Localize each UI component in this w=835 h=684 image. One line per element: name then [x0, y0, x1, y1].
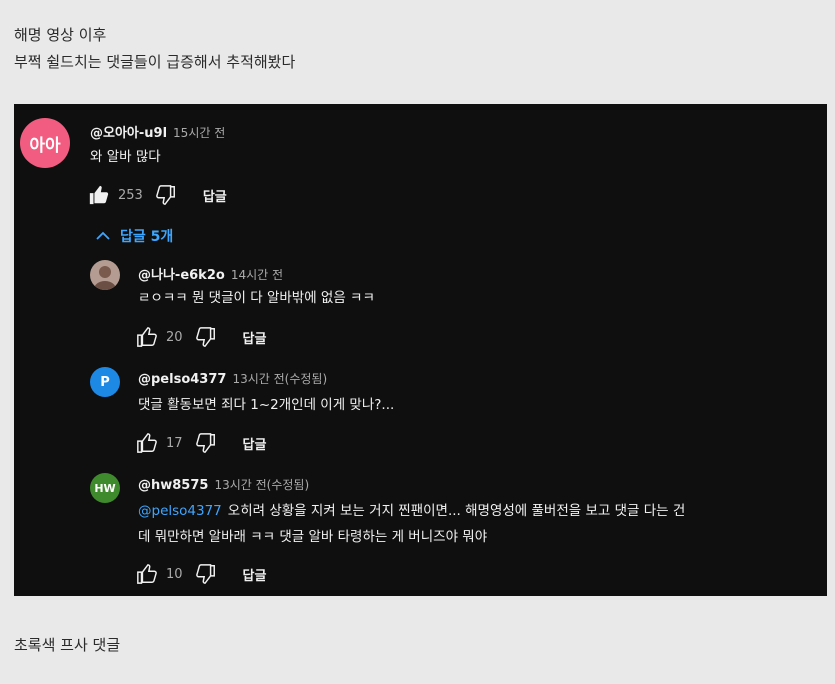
author-handle[interactable]: @hw8575 [138, 478, 208, 493]
like-count: 17 [166, 435, 183, 451]
thumbs-down-icon [195, 564, 215, 584]
thumbs-down-icon [155, 185, 175, 205]
thumbs-down-icon [195, 327, 215, 347]
reply-button[interactable]: 답글 [203, 186, 227, 205]
replies-toggle[interactable]: 답글 5개 [96, 226, 173, 246]
avatar[interactable]: HW [90, 473, 120, 503]
reply-mention[interactable]: @pelso4377 [138, 503, 222, 519]
comment-author[interactable]: @오아아-u9l 15시간 전 [90, 122, 225, 141]
comment-screenshot: 아아 @오아아-u9l 15시간 전 와 알바 많다 253 답글 답글 5개 [14, 104, 827, 596]
avatar-initials: P [100, 374, 110, 390]
reply-author[interactable]: @나나-e6k2o 14시간 전 [138, 264, 283, 283]
reply-text: ㄹㅇㅋㅋ 뭔 댓글이 다 알바밖에 없음 ㅋㅋ [138, 285, 375, 311]
reply-actions: 10 답글 [136, 563, 266, 585]
reply-time[interactable]: 13시간 전(수정됨) [214, 478, 309, 492]
reply-body: ㄹㅇㅋㅋ 뭔 댓글이 다 알바밖에 없음 ㅋㅋ [138, 290, 375, 306]
thumbs-down-icon [195, 433, 215, 453]
like-button[interactable] [88, 184, 110, 206]
like-count: 20 [166, 329, 183, 345]
reply-text: 댓글 활동보면 죄다 1~2개인데 이게 맞나?... [138, 392, 394, 418]
author-handle[interactable]: @나나-e6k2o [138, 268, 225, 283]
comment-text: 와 알바 많다 [90, 144, 161, 170]
comment-actions: 253 답글 [88, 184, 227, 206]
like-count: 10 [166, 566, 183, 582]
intro-line-1: 해명 영상 이후 [14, 26, 107, 44]
person-icon [94, 266, 116, 290]
replies-count-label: 답글 5개 [120, 229, 174, 245]
like-count: 253 [118, 187, 143, 203]
avatar[interactable]: 아아 [20, 118, 70, 168]
thumbs-up-icon [89, 185, 109, 205]
thumbs-up-icon [137, 433, 157, 453]
avatar-initials: HW [94, 481, 116, 495]
dislike-button[interactable] [155, 184, 177, 206]
author-handle[interactable]: @pelso4377 [138, 372, 226, 387]
reply-time[interactable]: 13시간 전(수정됨) [232, 372, 327, 386]
dislike-button[interactable] [195, 432, 217, 454]
reply-button[interactable]: 답글 [243, 434, 267, 453]
comment-time[interactable]: 15시간 전 [173, 126, 225, 140]
comment-body: 와 알바 많다 [90, 149, 161, 165]
like-button[interactable] [136, 326, 158, 348]
avatar-initials: 아아 [29, 135, 61, 156]
chevron-up-icon [96, 231, 110, 240]
author-handle[interactable]: @오아아-u9l [90, 126, 167, 141]
reply-author[interactable]: @pelso4377 13시간 전(수정됨) [138, 370, 327, 387]
reply-text: @pelso4377 오히려 상황을 지켜 보는 거지 찐팬이면... 해명영성에… [138, 498, 685, 550]
post-outro: 초록색 프사 댓글 [14, 636, 121, 654]
thumbs-up-icon [137, 327, 157, 347]
reply-body: 오히려 상황을 지켜 보는 거지 찐팬이면... 해명영성에 풀버전을 보고 댓… [227, 503, 686, 519]
avatar[interactable] [90, 260, 120, 290]
reply-time[interactable]: 14시간 전 [231, 268, 283, 282]
post-intro: 해명 영상 이후 부쩍 쉴드치는 댓글들이 급증해서 추적해봤다 [14, 22, 295, 76]
like-button[interactable] [136, 432, 158, 454]
reply-button[interactable]: 답글 [243, 565, 267, 584]
reply-body: 댓글 활동보면 죄다 1~2개인데 이게 맞나?... [138, 397, 395, 413]
reply-body-continued: 데 뭐만하면 알바래 ㅋㅋ 댓글 알바 타령하는 게 버니즈야 뭐야 [138, 529, 488, 545]
dislike-button[interactable] [195, 326, 217, 348]
thumbs-up-icon [137, 564, 157, 584]
reply-author[interactable]: @hw8575 13시간 전(수정됨) [138, 476, 309, 493]
reply-actions: 20 답글 [136, 326, 266, 348]
like-button[interactable] [136, 563, 158, 585]
dislike-button[interactable] [195, 563, 217, 585]
reply-actions: 17 답글 [136, 432, 266, 454]
intro-line-2: 부쩍 쉴드치는 댓글들이 급증해서 추적해봤다 [14, 53, 296, 71]
avatar[interactable]: P [90, 367, 120, 397]
reply-button[interactable]: 답글 [243, 328, 267, 347]
